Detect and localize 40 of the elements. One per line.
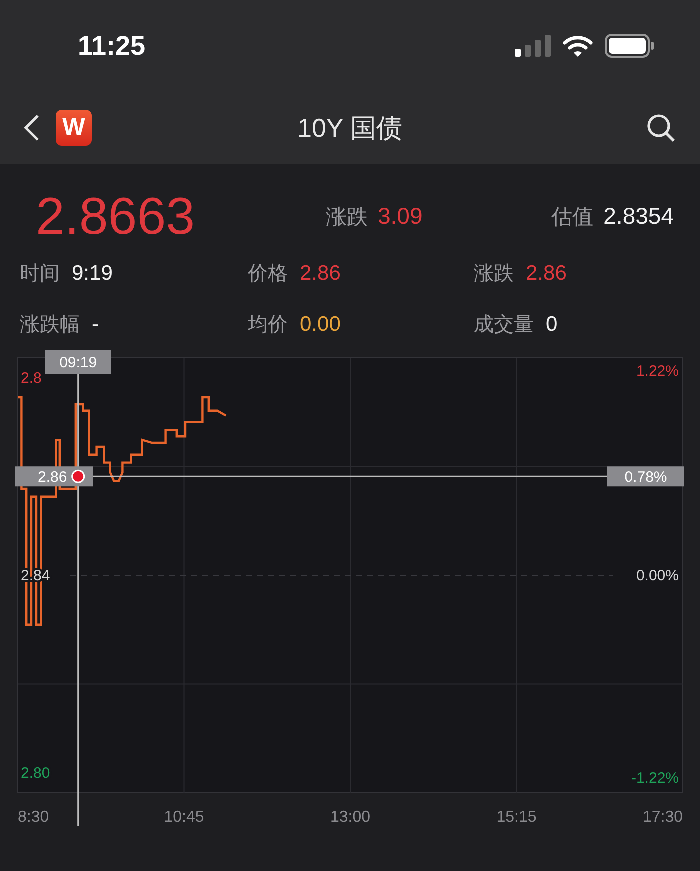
time-axis-label: 17:30 bbox=[642, 809, 683, 826]
crosshair-dot bbox=[72, 470, 86, 484]
wifi-icon bbox=[563, 35, 593, 57]
signal-icon bbox=[515, 35, 551, 57]
detail-value: 0.00 bbox=[300, 313, 341, 337]
percent-tag: 0.78% bbox=[607, 466, 684, 487]
detail-label: 成交量 bbox=[474, 313, 534, 338]
back-icon[interactable] bbox=[24, 114, 40, 142]
detail-value: - bbox=[92, 313, 99, 337]
app-logo[interactable]: W bbox=[56, 110, 92, 146]
detail-value: 2.86 bbox=[526, 262, 567, 286]
time-axis-label: 8:30 bbox=[18, 809, 50, 826]
page-title: 10Y 国债 bbox=[298, 112, 402, 144]
battery-icon bbox=[605, 34, 655, 58]
detail-label: 均价 bbox=[248, 313, 288, 338]
time-tag: 09:19 bbox=[45, 350, 112, 374]
stat-value: 2.8354 bbox=[604, 203, 674, 230]
detail-value: 2.86 bbox=[300, 262, 341, 286]
detail-value: 0 bbox=[546, 313, 558, 337]
percent-axis-label: -1.22% bbox=[631, 770, 679, 787]
time-axis-label: 13:00 bbox=[330, 809, 371, 826]
detail-label: 涨跌幅 bbox=[20, 313, 80, 338]
detail-label: 价格 bbox=[248, 262, 288, 287]
time-axis-label: 10:45 bbox=[164, 809, 204, 826]
detail-label: 时间 bbox=[20, 262, 60, 287]
status-time: 11:25 bbox=[78, 30, 146, 62]
time-axis-label: 15:15 bbox=[496, 809, 537, 826]
price-axis-label: 2.80 bbox=[21, 765, 50, 782]
stat-value: 3.09 bbox=[378, 203, 423, 230]
percent-axis-label: 0.00% bbox=[636, 568, 679, 584]
detail-label: 涨跌 bbox=[474, 262, 514, 287]
detail-value: 9:19 bbox=[72, 262, 113, 286]
stat-label: 估值 bbox=[552, 205, 594, 231]
percent-axis-label: 1.22% bbox=[636, 363, 679, 380]
price-tag: 2.86 bbox=[15, 466, 93, 487]
stat-label: 涨跌 bbox=[326, 205, 368, 231]
search-icon[interactable] bbox=[646, 113, 676, 143]
price-axis-label: 2.8 bbox=[21, 370, 42, 387]
last-price: 2.8663 bbox=[36, 187, 196, 247]
ref-line-label: 2.86 bbox=[38, 469, 68, 486]
